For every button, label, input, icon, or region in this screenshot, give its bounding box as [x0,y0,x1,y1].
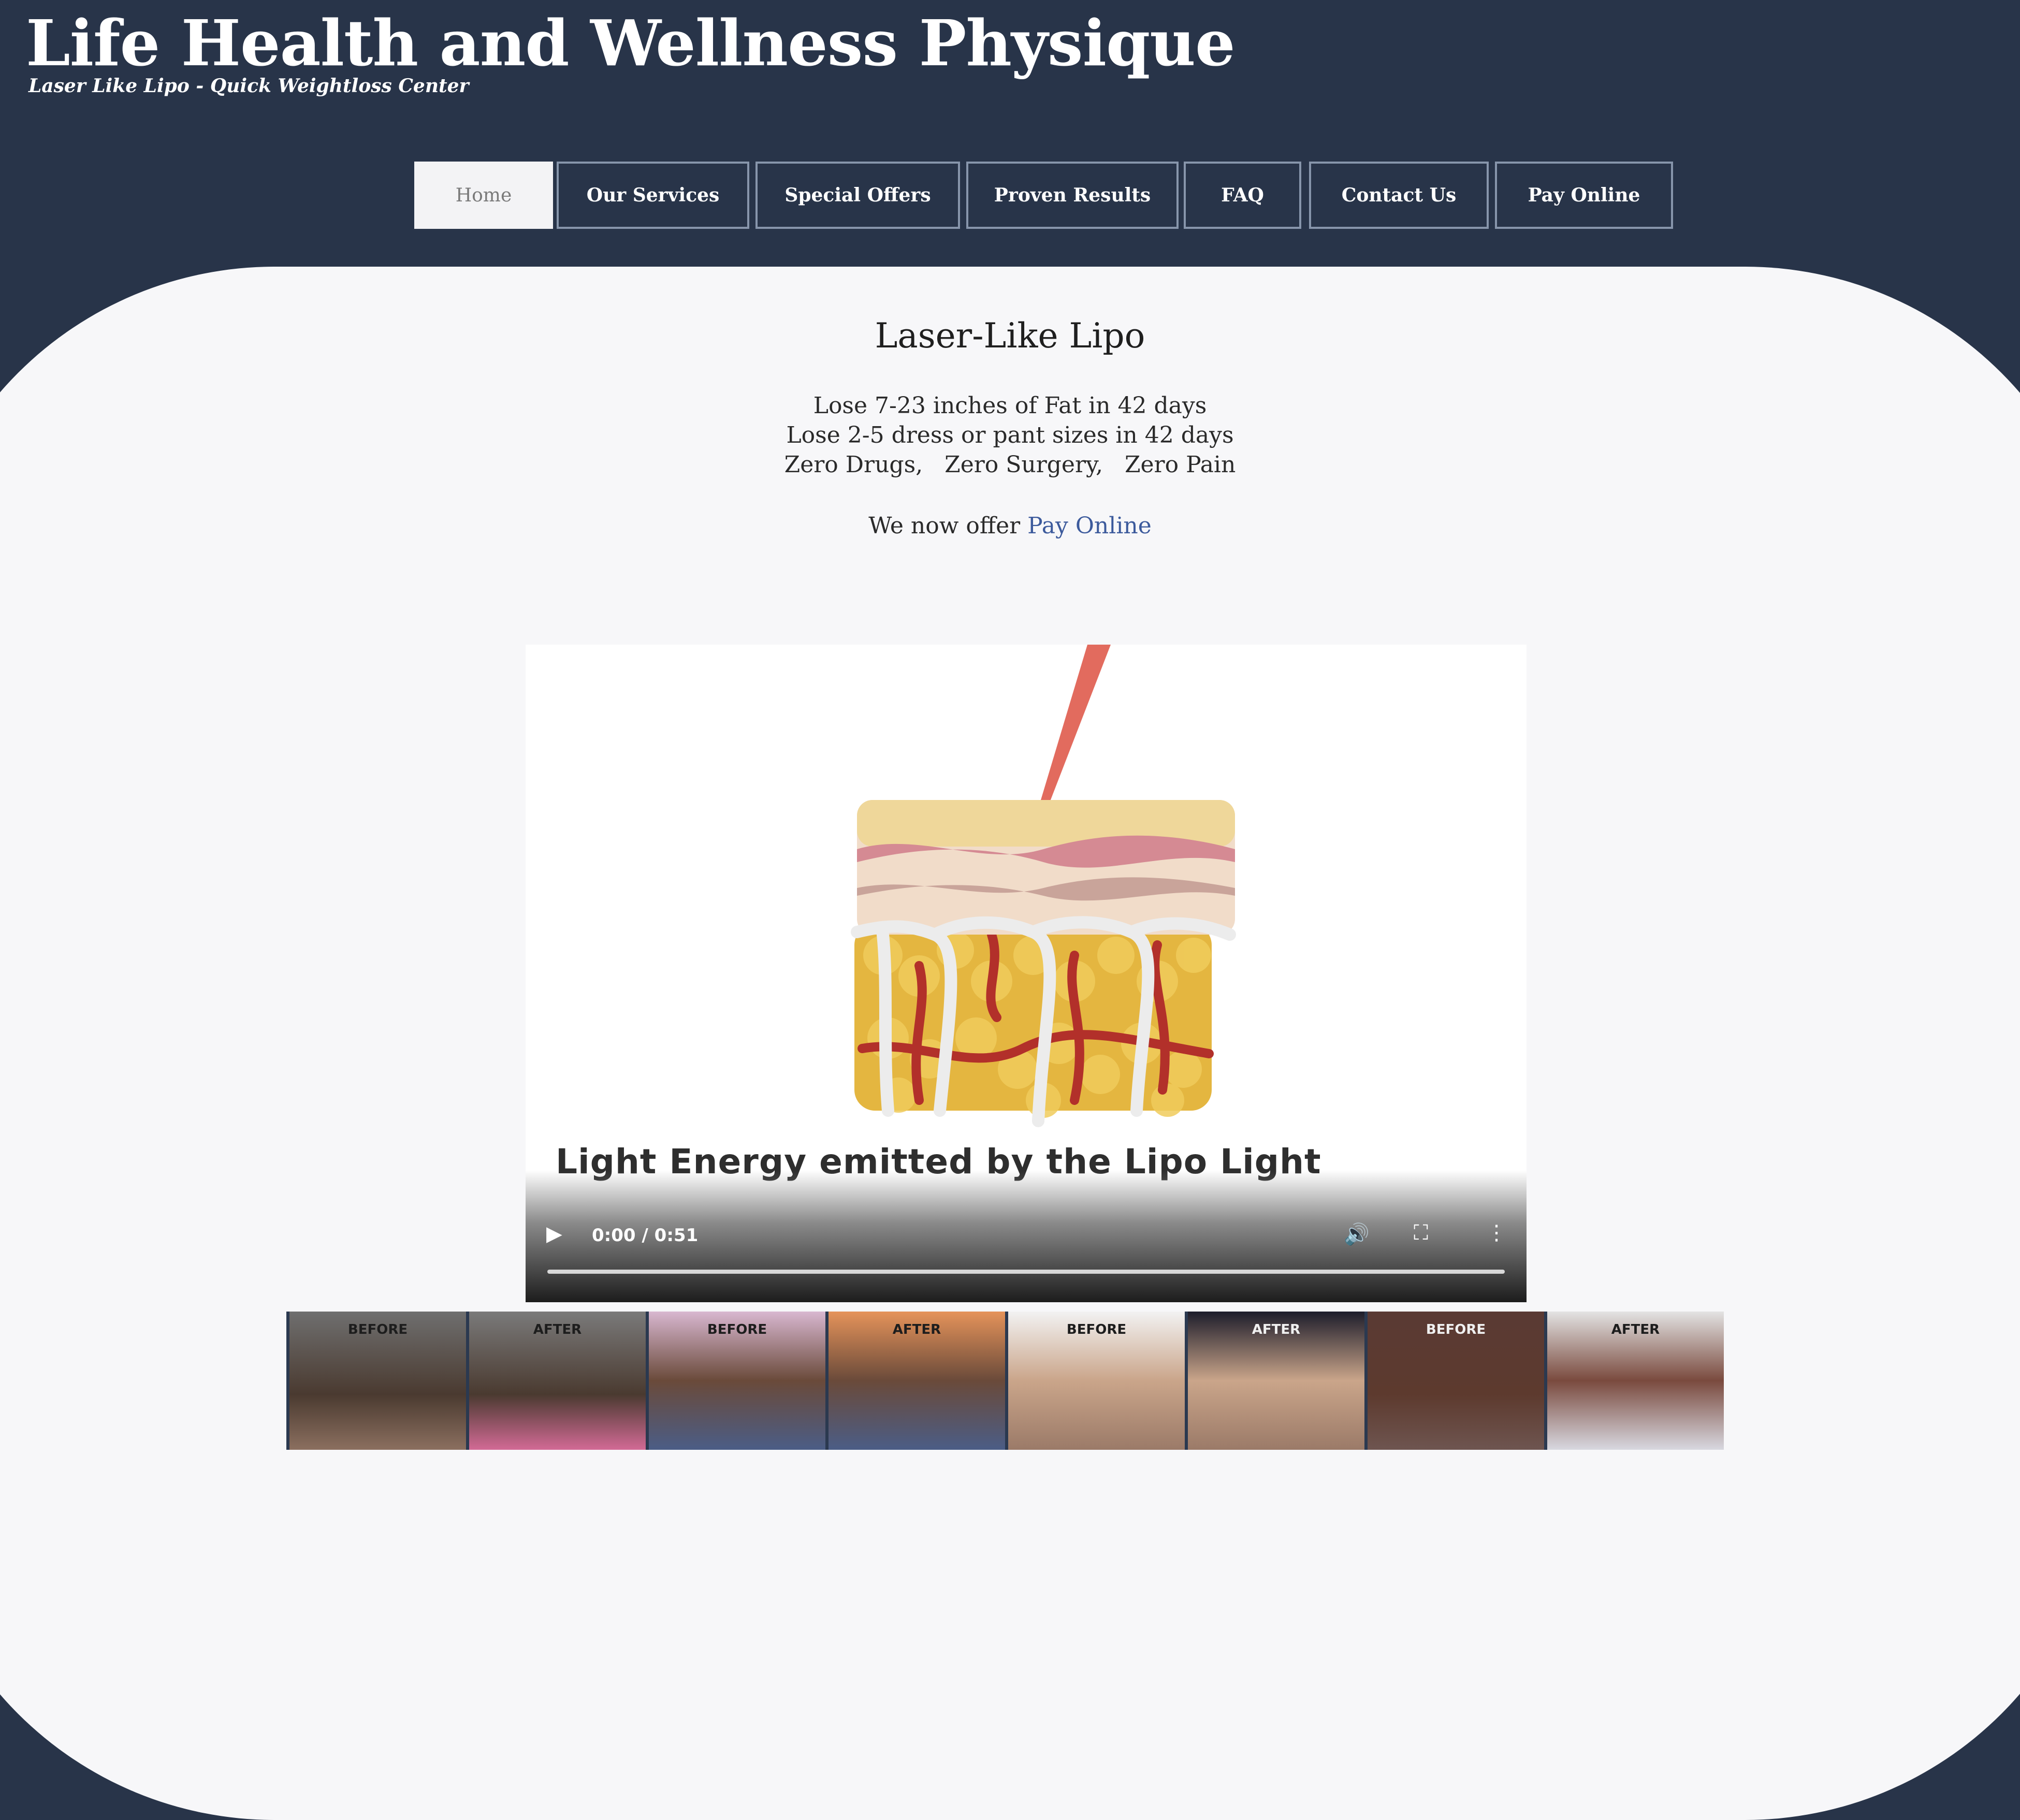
pay-online-link[interactable]: Pay Online [1027,513,1152,539]
gallery-thumbnail[interactable]: AFTER [1544,1312,1724,1450]
promo-line: Zero Drugs, Zero Surgery, Zero Pain [784,452,1236,478]
gallery-thumbnail[interactable]: AFTER [466,1312,646,1450]
promo-line: Lose 7-23 inches of Fat in 42 days [813,392,1207,419]
nav-our-services[interactable]: Our Services [557,162,749,229]
video-progress-bar[interactable] [547,1270,1505,1274]
pay-online-prefix: We now offer [868,513,1028,539]
more-options-icon[interactable]: ⋮ [1486,1221,1507,1245]
gallery-thumbnail[interactable]: AFTER [1185,1312,1364,1450]
thumbnail-label: BEFORE [347,1322,408,1337]
gallery-thumbnail[interactable]: AFTER [825,1312,1005,1450]
fullscreen-icon[interactable]: ⛶ [1414,1221,1428,1245]
pay-online-line: We now offer Pay Online [0,513,2020,539]
nav-home[interactable]: Home [414,162,553,229]
thumbnail-label: AFTER [892,1322,941,1337]
main-nav: Home Our Services Special Offers Proven … [0,0,2020,259]
thumbnail-label: AFTER [1252,1322,1301,1337]
video-player[interactable]: Light Energy emitted by the Lipo Light ▶… [526,645,1527,1302]
page-heading: Laser-Like Lipo [875,316,1145,356]
nav-pay-online[interactable]: Pay Online [1495,162,1673,229]
thumbnail-label: BEFORE [1066,1322,1127,1337]
promo-lines: Lose 7-23 inches of Fat in 42 days Lose … [0,391,2020,479]
gallery-thumbnail[interactable]: BEFORE [646,1312,825,1450]
thumbnail-label: BEFORE [707,1322,767,1337]
thumbnail-label: AFTER [1611,1322,1660,1337]
nav-contact-us[interactable]: Contact Us [1309,162,1489,229]
gallery-thumbnail[interactable]: BEFORE [286,1312,466,1450]
nav-faq[interactable]: FAQ [1184,162,1301,229]
volume-icon[interactable]: 🔊 [1344,1222,1370,1246]
nav-special-offers[interactable]: Special Offers [755,162,960,229]
before-after-gallery: BEFORE AFTER BEFORE AFTER BEFORE AFTER B… [286,1312,1724,1450]
thumbnail-label: BEFORE [1426,1322,1486,1337]
nav-proven-results[interactable]: Proven Results [966,162,1179,229]
promo-line: Lose 2-5 dress or pant sizes in 42 days [786,422,1234,448]
thumbnail-label: AFTER [533,1322,582,1337]
video-controls: ▶ 0:00 / 0:51 🔊 ⛶ ⋮ [526,1170,1527,1302]
gallery-thumbnail[interactable]: BEFORE [1005,1312,1185,1450]
gallery-thumbnail[interactable]: BEFORE [1364,1312,1544,1450]
video-time: 0:00 / 0:51 [592,1225,699,1246]
play-icon[interactable]: ▶ [546,1222,562,1246]
